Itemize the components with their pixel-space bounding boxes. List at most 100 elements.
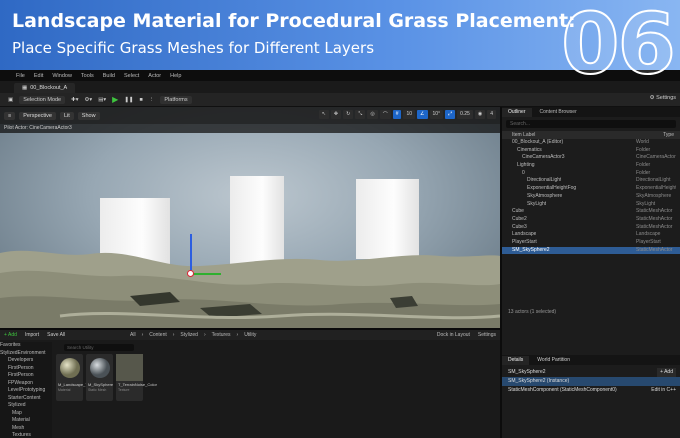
dock-in-layout-button[interactable]: Dock in Layout: [437, 332, 470, 338]
tab-outliner[interactable]: Outliner: [502, 108, 532, 117]
asset-tile[interactable]: M_Landscape_Tiles Material: [56, 354, 94, 401]
folder-tree-item[interactable]: Material: [0, 417, 52, 425]
folder-tree-item[interactable]: Map: [0, 410, 52, 418]
tree-root[interactable]: StylizedEnvironment: [0, 350, 52, 358]
outliner-row[interactable]: Landscape Landscape: [502, 231, 680, 239]
outliner-row[interactable]: Cube StaticMeshActor: [502, 208, 680, 216]
cinematics-icon[interactable]: ▤▾: [98, 97, 106, 103]
tab-world-partition[interactable]: World Partition: [531, 356, 576, 365]
details-instance-row[interactable]: SM_SkySphere2 (Instance): [502, 377, 680, 386]
selection-mode-button[interactable]: Selection Mode: [19, 95, 66, 104]
camera-speed-icon[interactable]: ◉: [474, 110, 486, 119]
scale-snap-value[interactable]: 0.25: [457, 110, 473, 119]
outliner-row[interactable]: ExponentialHeightFog ExponentialHeightFog: [502, 185, 680, 193]
move-mode-icon[interactable]: ✥: [330, 110, 342, 119]
folder-tree-item[interactable]: Stylized: [0, 402, 52, 410]
folder-tree-item[interactable]: StarterContent: [0, 395, 52, 403]
breadcrumb-stylized[interactable]: Stylized: [180, 332, 198, 338]
outliner-row[interactable]: Cube3 StaticMeshActor: [502, 224, 680, 232]
add-component-button[interactable]: + Add: [657, 368, 676, 377]
column-item-label[interactable]: Item Label: [512, 131, 535, 139]
surface-snap-icon[interactable]: ⌒: [379, 110, 391, 119]
camera-speed-value[interactable]: 4: [487, 110, 496, 119]
breadcrumb-textures[interactable]: Textures: [212, 332, 231, 338]
lit-button[interactable]: Lit: [59, 111, 74, 120]
stop-icon[interactable]: ■: [140, 97, 143, 103]
add-content-icon[interactable]: ✚▾: [71, 97, 78, 103]
edit-in-cpp-link[interactable]: Edit in C++: [651, 386, 676, 395]
pause-icon[interactable]: ❚❚: [124, 97, 133, 103]
outliner-row[interactable]: Cube2 StaticMeshActor: [502, 216, 680, 224]
grid-snap-value[interactable]: 10: [403, 110, 416, 119]
menu-edit[interactable]: Edit: [34, 73, 43, 79]
menu-help[interactable]: Help: [170, 73, 181, 79]
menu-tools[interactable]: Tools: [81, 73, 94, 79]
tab-details[interactable]: Details: [502, 356, 530, 365]
outliner-column-header[interactable]: Item Label Type: [502, 131, 680, 139]
blueprint-icon[interactable]: ⚙▾: [85, 97, 93, 103]
details-object-name[interactable]: SM_SkySphere2: [508, 368, 546, 377]
play-icon[interactable]: ▶: [112, 95, 118, 104]
gizmo-pivot[interactable]: [187, 270, 194, 277]
add-button[interactable]: + Add: [4, 332, 17, 338]
import-button[interactable]: Import: [25, 332, 39, 338]
select-mode-icon[interactable]: ↖: [318, 110, 329, 119]
outliner-row[interactable]: CineCameraActor3 CineCameraActor: [502, 154, 680, 162]
folder-tree-item[interactable]: Textures: [0, 432, 52, 438]
outliner-row[interactable]: Cinematics Folder: [502, 147, 680, 155]
rotate-mode-icon[interactable]: ↻: [343, 110, 354, 119]
world-space-icon[interactable]: ◎: [367, 110, 378, 119]
outliner-row[interactable]: DirectionalLight DirectionalLight: [502, 177, 680, 185]
outliner-row[interactable]: 00_Blockout_A (Editor) World: [502, 139, 680, 147]
scale-snap-toggle[interactable]: ⤢: [445, 110, 456, 119]
asset-tile[interactable]: T_TerrainNoise_Color Texture: [116, 354, 157, 401]
folder-tree-item[interactable]: Developers: [0, 357, 52, 365]
details-component-row[interactable]: StaticMeshComponent (StaticMeshComponent…: [502, 386, 680, 395]
gizmo-y-axis[interactable]: [191, 273, 221, 275]
perspective-button[interactable]: Perspective: [19, 111, 56, 120]
outliner-row-label: SM_SkySphere2: [512, 246, 550, 253]
level-viewport[interactable]: ≡ Perspective Lit Show ↖ ✥ ↻ ⤡ ◎ ⌒ # 10 …: [0, 107, 500, 328]
folder-tree-item[interactable]: LevelPrototyping: [0, 387, 52, 395]
rotation-snap-toggle[interactable]: ∠: [417, 110, 428, 119]
save-icon[interactable]: ▣: [8, 97, 13, 103]
gizmo-z-axis[interactable]: [190, 234, 192, 274]
save-all-button[interactable]: Save All: [47, 332, 65, 338]
show-button[interactable]: Show: [77, 111, 100, 120]
menu-build[interactable]: Build: [103, 73, 115, 79]
folder-tree-item[interactable]: Mesh: [0, 425, 52, 433]
folder-tree-item[interactable]: FirstPerson: [0, 372, 52, 380]
content-search-input[interactable]: Search Utility: [64, 344, 134, 351]
outliner-row[interactable]: Lighting Folder: [502, 162, 680, 170]
more-play-options-icon[interactable]: ⋮: [149, 97, 155, 103]
settings-button[interactable]: ⚙ Settings: [650, 95, 676, 101]
breadcrumb-content[interactable]: Content: [149, 332, 167, 338]
column-type[interactable]: Type: [663, 131, 674, 139]
outliner-row[interactable]: SkyAtmosphere SkyAtmosphere: [502, 193, 680, 201]
level-tab[interactable]: ▦ 00_Blockout_A: [14, 83, 76, 93]
grid-snap-toggle[interactable]: #: [392, 110, 402, 119]
landscape-terrain[interactable]: [0, 218, 500, 328]
folder-tree-item[interactable]: FirstPerson: [0, 365, 52, 373]
menu-actor[interactable]: Actor: [148, 73, 161, 79]
breadcrumb-utility[interactable]: Utility: [244, 332, 256, 338]
breadcrumb-all[interactable]: All: [130, 332, 136, 338]
menu-file[interactable]: File: [16, 73, 25, 79]
scale-mode-icon[interactable]: ⤡: [355, 110, 366, 119]
outliner-row-type: ExponentialHeightFog: [636, 185, 676, 192]
favorites-header[interactable]: Favorites: [0, 342, 52, 350]
outliner-row[interactable]: SM_SkySphere2 StaticMeshActor: [502, 246, 680, 255]
tab-content-browser[interactable]: Content Browser: [534, 108, 583, 117]
menu-select[interactable]: Select: [124, 73, 139, 79]
menu-window[interactable]: Window: [52, 73, 72, 79]
outliner-row[interactable]: 0 Folder: [502, 170, 680, 178]
content-settings-button[interactable]: Settings: [478, 332, 496, 338]
outliner-row[interactable]: SkyLight SkyLight: [502, 201, 680, 209]
folder-tree-item[interactable]: FPWeapon: [0, 380, 52, 388]
rotation-snap-value[interactable]: 10°: [429, 110, 444, 119]
viewport-menu-button[interactable]: ≡: [4, 111, 16, 120]
outliner-search-input[interactable]: Search...: [506, 120, 676, 128]
outliner-row[interactable]: PlayerStart PlayerStart: [502, 239, 680, 247]
platforms-button[interactable]: Platforms: [160, 95, 192, 104]
asset-tile[interactable]: M_SkySphere Static Mesh: [86, 354, 113, 401]
